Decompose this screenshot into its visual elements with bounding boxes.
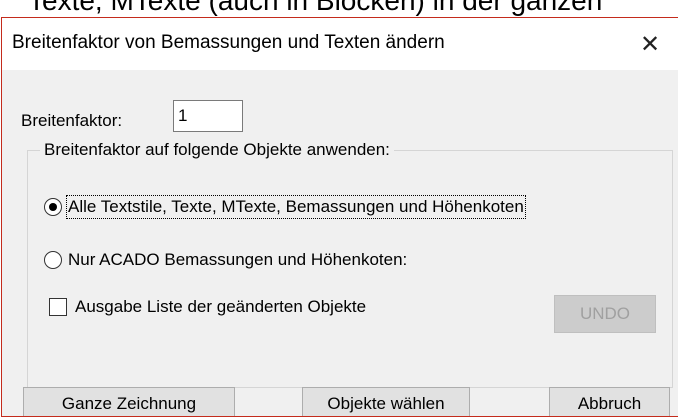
factor-input[interactable] [173,100,243,132]
cancel-button[interactable]: Abbruch [549,387,670,416]
factor-label: Breitenfaktor: [21,111,123,130]
title-bar[interactable]: Breitenfaktor von Bemassungen und Texten… [2,18,678,70]
radio-all-texts-label: Alle Textstile, Texte, MTexte, Bemassung… [66,195,526,219]
radio-acado-only[interactable]: Nur ACADO Bemassungen und Höhenkoten: [44,250,407,270]
radio-all-texts[interactable]: Alle Textstile, Texte, MTexte, Bemassung… [44,195,526,219]
dialog-content: Breitenfaktor: Breitenfaktor auf folgend… [2,70,678,416]
undo-button[interactable]: UNDO [554,295,656,333]
dialog-window: Breitenfaktor von Bemassungen und Texten… [1,17,678,417]
output-list-checkbox[interactable]: Ausgabe Liste der geänderten Objekte [49,297,366,317]
background-text: Texte, MTexte (auch in Blöcken) in der g… [28,0,603,16]
close-icon: ✕ [639,30,661,58]
select-objects-button[interactable]: Objekte wählen [302,387,470,416]
dialog-title: Breitenfaktor von Bemassungen und Texten… [12,32,445,53]
radio-unselected-icon[interactable] [44,251,62,269]
radio-selected-icon[interactable] [44,198,62,216]
close-button[interactable]: ✕ [622,18,678,70]
checkbox-box[interactable] [49,298,67,316]
group-title: Breitenfaktor auf folgende Objekte anwen… [40,140,394,160]
output-list-label: Ausgabe Liste der geänderten Objekte [75,297,367,316]
whole-drawing-button[interactable]: Ganze Zeichnung [23,387,235,416]
radio-acado-only-label: Nur ACADO Bemassungen und Höhenkoten: [68,250,408,269]
